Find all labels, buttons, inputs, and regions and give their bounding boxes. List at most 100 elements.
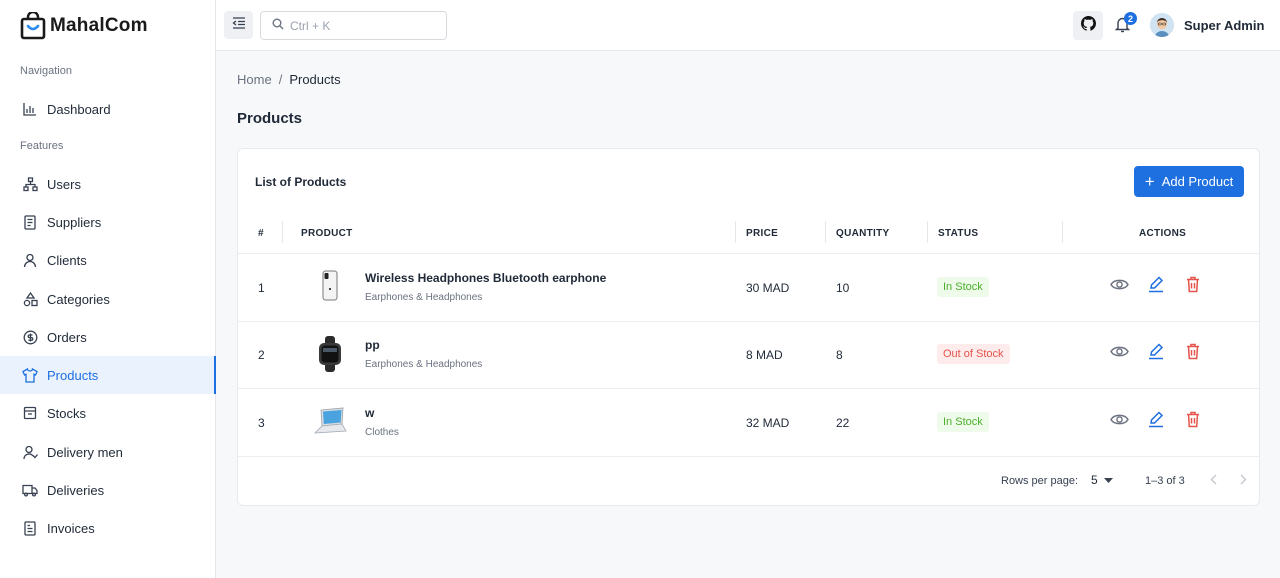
- section-label-navigation: Navigation: [20, 65, 72, 77]
- column-header-product: PRODUCT: [301, 228, 353, 239]
- product-image-smartwatch: [312, 336, 348, 372]
- table-row: 2 pp Earphones & Headphones 8 MAD 8 Out …: [238, 321, 1259, 388]
- breadcrumb: Home / Products: [237, 72, 341, 87]
- row-index: 2: [258, 348, 265, 362]
- chevron-left-icon: [1210, 472, 1217, 490]
- sidebar-item-label: Products: [47, 367, 99, 383]
- edit-button[interactable]: [1146, 411, 1166, 433]
- table-row: 1 Wireless Headphones Bluetooth earphone…: [238, 254, 1259, 321]
- sidebar: MahalCom Navigation Dashboard Features U…: [0, 0, 216, 578]
- sidebar-item-label: Deliveries: [47, 482, 105, 498]
- breadcrumb-home-link[interactable]: Home: [237, 72, 272, 87]
- rows-per-page-select[interactable]: 5: [1091, 473, 1113, 487]
- column-header-index: #: [258, 228, 264, 239]
- avatar[interactable]: [1150, 13, 1174, 37]
- product-quantity: 10: [836, 281, 850, 295]
- caret-down-icon: [1103, 477, 1113, 483]
- view-button[interactable]: [1109, 277, 1129, 297]
- column-divider: [282, 221, 283, 243]
- sidebar-item-label: Orders: [47, 329, 87, 345]
- categories-icon: [22, 291, 38, 307]
- shopping-bag-logo-icon: [20, 10, 46, 40]
- app-name: MahalCom: [50, 15, 148, 36]
- trash-icon: [1186, 343, 1200, 365]
- search-icon: [272, 17, 284, 35]
- product-price: 8 MAD: [746, 348, 783, 362]
- user-icon: [22, 252, 38, 268]
- pencil-icon: [1148, 343, 1164, 365]
- delivery-man-icon: [22, 444, 38, 460]
- bar-chart-icon: [22, 101, 38, 117]
- sidebar-item-dashboard[interactable]: Dashboard: [0, 90, 216, 128]
- column-header-actions: ACTIONS: [1139, 228, 1187, 239]
- status-badge: In Stock: [937, 412, 989, 432]
- pagination-range: 1–3 of 3: [1145, 475, 1185, 487]
- github-button[interactable]: [1073, 11, 1103, 40]
- sidebar-item-products[interactable]: Products: [0, 356, 216, 394]
- product-category: Earphones & Headphones: [365, 359, 483, 370]
- sidebar-item-label: Clients: [47, 252, 87, 268]
- user-name[interactable]: Super Admin: [1184, 18, 1264, 33]
- column-divider: [825, 221, 826, 243]
- eye-icon: [1109, 345, 1129, 363]
- product-price: 30 MAD: [746, 281, 790, 295]
- sidebar-item-label: Invoices: [47, 520, 95, 536]
- pencil-icon: [1148, 411, 1164, 433]
- delete-button[interactable]: [1183, 411, 1203, 432]
- sidebar-item-invoices[interactable]: Invoices: [0, 509, 216, 547]
- sidebar-item-deliveries[interactable]: Deliveries: [0, 471, 216, 509]
- product-image-phone: [312, 269, 348, 305]
- sidebar-item-stocks[interactable]: Stocks: [0, 394, 216, 432]
- add-product-button[interactable]: + Add Product: [1134, 166, 1244, 197]
- table-row: 3 w Clothes 32 MAD 22 In Stock: [238, 389, 1259, 456]
- column-divider: [735, 221, 736, 243]
- status-badge: In Stock: [937, 277, 989, 297]
- sidebar-item-orders[interactable]: Orders: [0, 318, 216, 356]
- view-button[interactable]: [1109, 412, 1129, 432]
- product-name: w: [365, 406, 375, 420]
- product-quantity: 22: [836, 416, 850, 430]
- section-label-features: Features: [20, 140, 64, 152]
- sidebar-item-label: Users: [47, 176, 81, 192]
- product-price: 32 MAD: [746, 416, 790, 430]
- sidebar-item-users[interactable]: Users: [0, 165, 216, 203]
- product-quantity: 8: [836, 348, 843, 362]
- card-title: List of Products: [255, 175, 347, 189]
- menu-toggle-button[interactable]: [224, 11, 253, 39]
- truck-icon: [22, 482, 38, 498]
- app-logo[interactable]: MahalCom: [20, 10, 148, 41]
- product-category: Clothes: [365, 427, 399, 438]
- rows-per-page-value: 5: [1091, 473, 1098, 487]
- sidebar-item-label: Delivery men: [47, 444, 123, 460]
- eye-icon: [1109, 413, 1129, 431]
- plus-icon: +: [1144, 172, 1155, 191]
- next-page-button[interactable]: [1235, 473, 1251, 489]
- sidebar-item-delivery-men[interactable]: Delivery men: [0, 433, 216, 471]
- search-input[interactable]: [290, 18, 430, 33]
- row-index: 3: [258, 416, 265, 430]
- topbar: 2 Super Admin: [216, 0, 1280, 51]
- delete-button[interactable]: [1183, 276, 1203, 297]
- breadcrumb-current: Products: [289, 72, 341, 87]
- edit-button[interactable]: [1146, 276, 1166, 298]
- product-category: Earphones & Headphones: [365, 292, 483, 303]
- product-name: Wireless Headphones Bluetooth earphone: [365, 271, 607, 285]
- receipt-icon: [22, 214, 38, 230]
- sidebar-item-clients[interactable]: Clients: [0, 241, 216, 279]
- sidebar-item-label: Categories: [47, 291, 110, 307]
- sidebar-item-suppliers[interactable]: Suppliers: [0, 203, 216, 241]
- view-button[interactable]: [1109, 344, 1129, 364]
- chevron-right-icon: [1240, 472, 1247, 490]
- stock-box-icon: [22, 405, 38, 421]
- rows-per-page-label: Rows per page:: [1001, 475, 1079, 487]
- sidebar-item-categories[interactable]: Categories: [0, 280, 216, 318]
- pencil-icon: [1148, 276, 1164, 298]
- add-product-label: Add Product: [1161, 174, 1234, 189]
- delete-button[interactable]: [1183, 343, 1203, 365]
- github-icon: [1080, 15, 1096, 36]
- previous-page-button[interactable]: [1205, 473, 1221, 489]
- column-divider: [1062, 221, 1063, 243]
- edit-button[interactable]: [1146, 343, 1166, 365]
- search-box[interactable]: [260, 11, 447, 40]
- breadcrumb-separator: /: [278, 72, 283, 87]
